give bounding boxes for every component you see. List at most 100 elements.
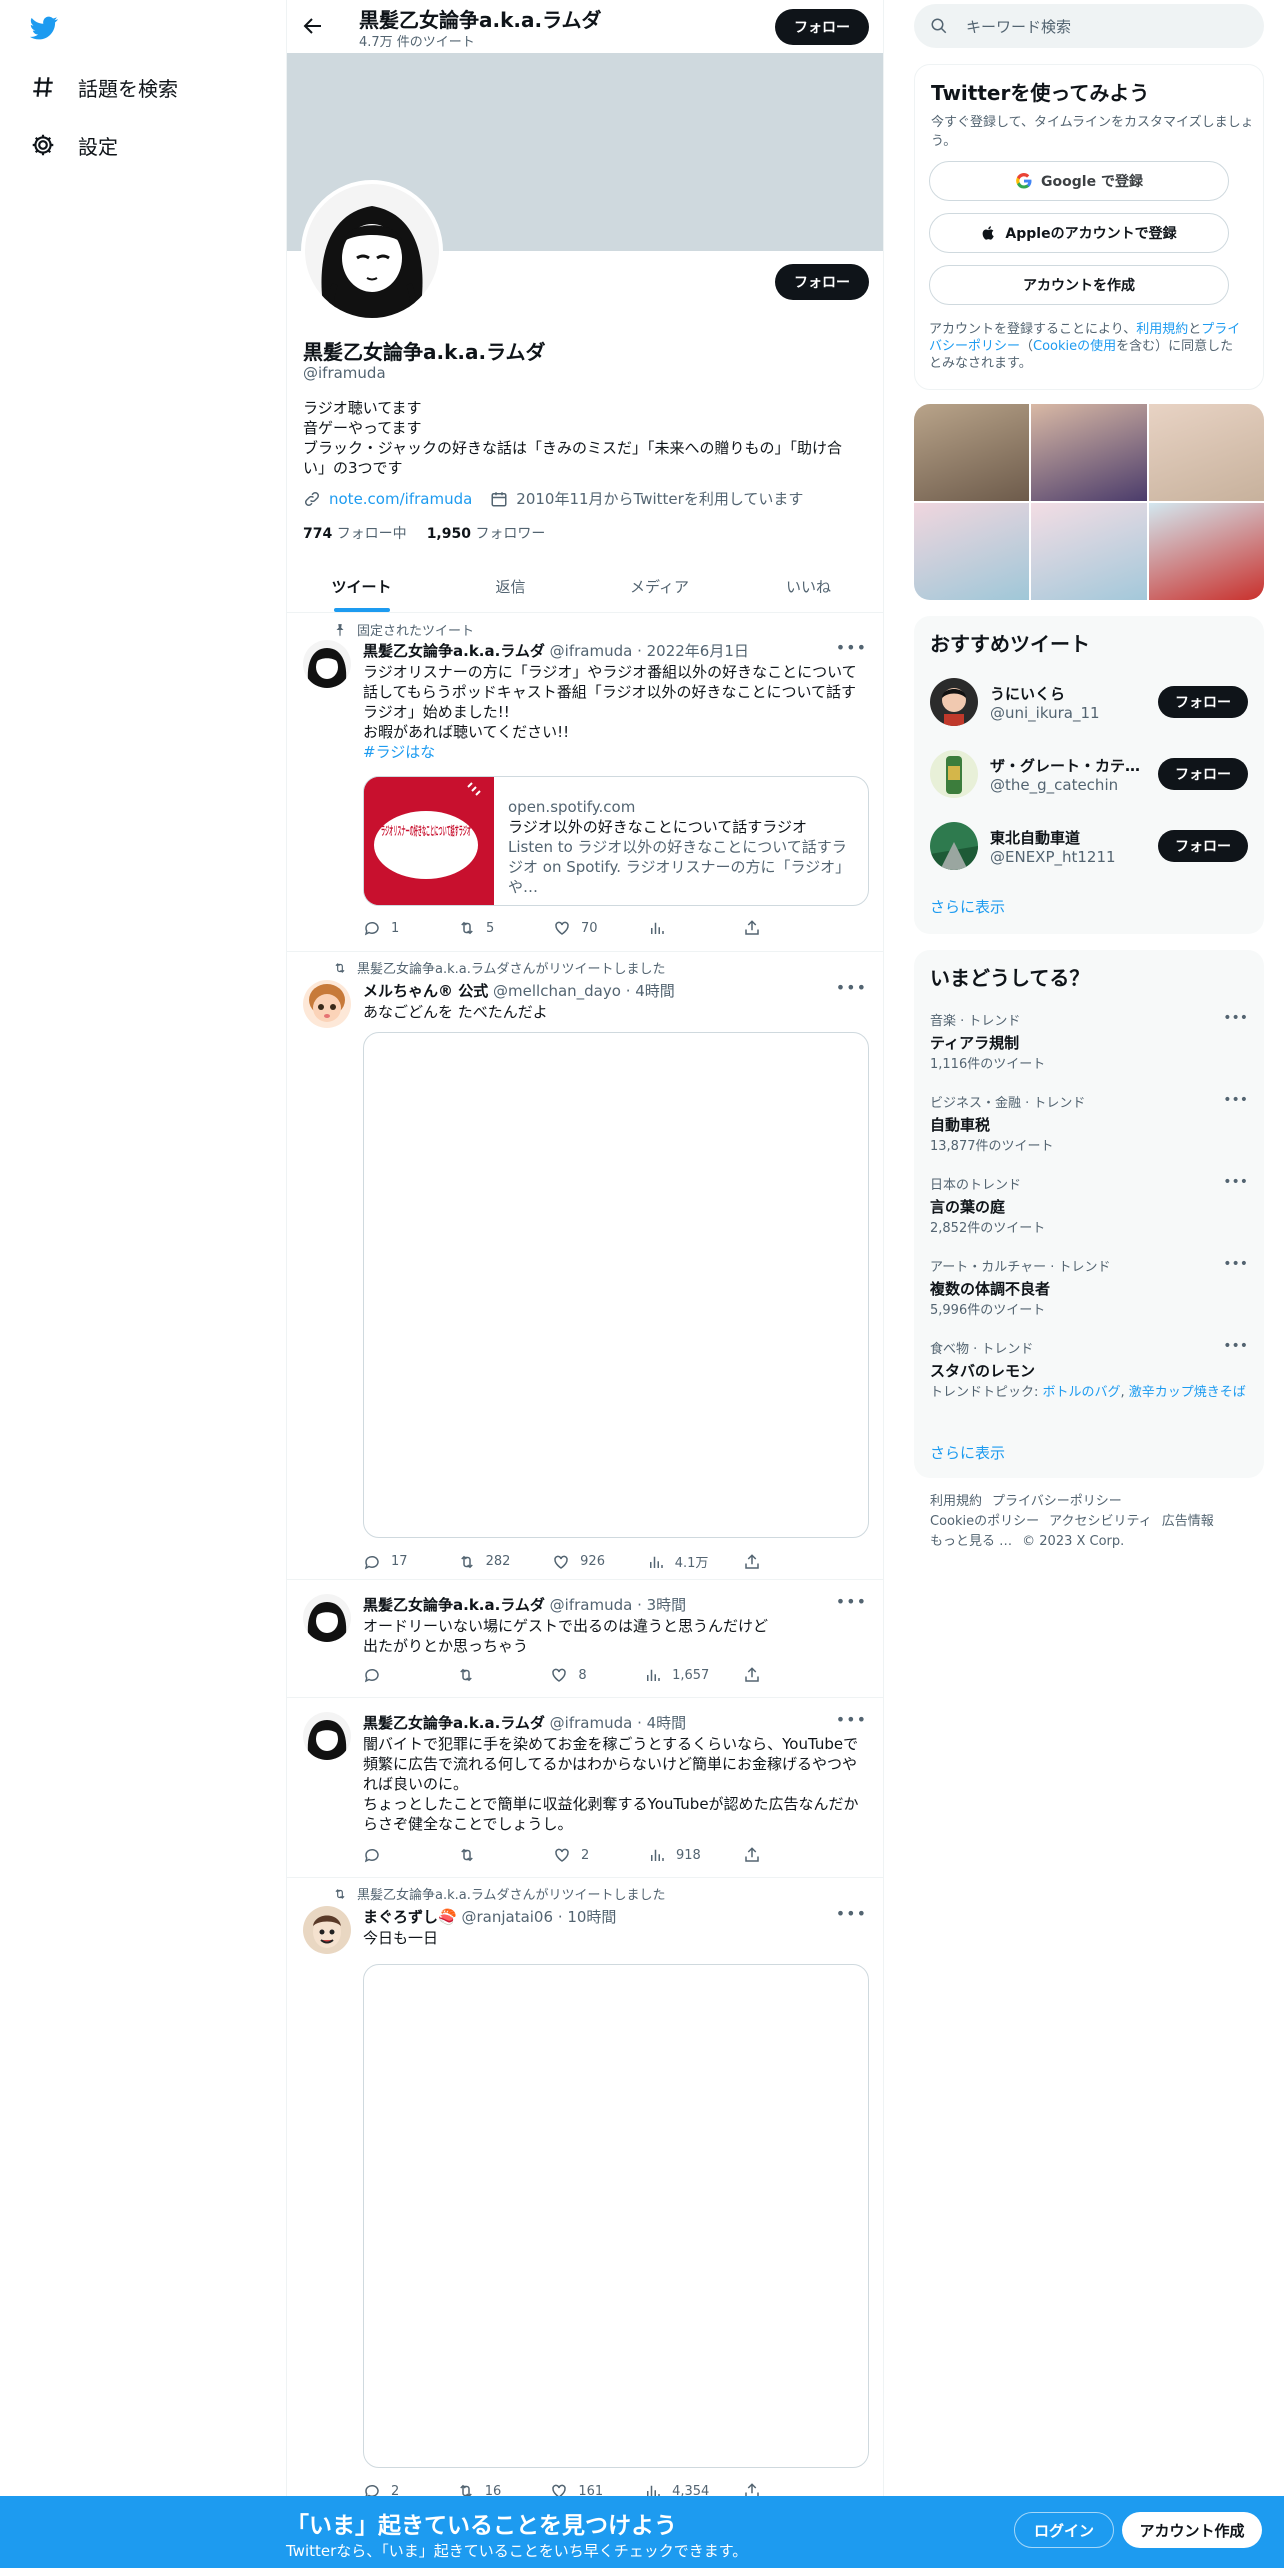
footer-terms-link[interactable]: 利用規約 xyxy=(930,1494,982,1509)
trend-item[interactable]: ビジネス・金融 · トレンド 自動車税 13,877件のツイート ••• xyxy=(930,1092,1248,1155)
tweet-item[interactable]: 黒髪乙女論争a.k.a.ラムダ @iframuda · 3時間 ••• オードリ… xyxy=(287,1580,883,1698)
footer-cookie-link[interactable]: Cookieのポリシー xyxy=(930,1514,1039,1529)
footer-privacy-link[interactable]: プライバシーポリシー xyxy=(992,1494,1122,1509)
media-thumbnail[interactable] xyxy=(914,503,1030,600)
google-signup-button[interactable]: Google で登録 xyxy=(929,161,1229,201)
media-thumbnail[interactable] xyxy=(914,404,1030,501)
tweet-avatar[interactable] xyxy=(303,980,351,1028)
views-button[interactable]: 1,657 xyxy=(644,1666,709,1684)
tweet-item[interactable]: 黒髪乙女論争a.k.a.ラムダさんがリツイートしました まぐろずし🍣 @ranj… xyxy=(287,1878,883,2508)
tweet-author-handle[interactable]: @iframuda xyxy=(550,642,633,660)
trend-item[interactable]: 音楽 · トレンド ティアラ規制 1,116件のツイート ••• xyxy=(930,1010,1248,1073)
share-button[interactable] xyxy=(743,919,803,937)
media-thumbnail[interactable] xyxy=(1148,404,1264,501)
views-button[interactable] xyxy=(648,919,708,937)
cookie-link[interactable]: Cookieの使用 xyxy=(1033,339,1116,354)
trend-item[interactable]: 日本のトレンド 言の葉の庭 2,852件のツイート ••• xyxy=(930,1174,1248,1237)
retweet-button[interactable] xyxy=(457,1666,517,1684)
profile-website-link[interactable]: note.com/iframuda xyxy=(329,490,472,508)
show-more-link[interactable]: さらに表示 xyxy=(930,1442,1005,1463)
apple-signup-button[interactable]: Appleのアカウントで登録 xyxy=(929,213,1229,253)
retweet-button[interactable] xyxy=(458,1846,518,1864)
tweet-timestamp[interactable]: · 4時間 xyxy=(626,982,675,1000)
tweet-author-handle[interactable]: @iframuda xyxy=(550,1714,633,1732)
followers-link[interactable]: 1,950 フォロワー xyxy=(427,523,546,543)
header-follow-button[interactable]: フォロー xyxy=(775,9,869,45)
tweet-media[interactable] xyxy=(363,1032,869,1538)
more-options-icon[interactable]: ••• xyxy=(836,1710,867,1729)
tab-replies[interactable]: 返信 xyxy=(436,560,585,612)
views-button[interactable]: 4.1万 xyxy=(647,1552,708,1571)
more-options-icon[interactable]: ••• xyxy=(836,638,867,657)
recommended-user[interactable]: ザ・グレート・カテ… @the_g_catechin フォロー xyxy=(930,746,1248,802)
like-button[interactable]: 8 xyxy=(550,1666,610,1684)
reply-button[interactable]: 1 xyxy=(363,919,423,937)
tweet-avatar[interactable] xyxy=(303,1906,351,1954)
retweet-button[interactable]: 5 xyxy=(458,919,518,937)
tweet-author-name[interactable]: 黒髪乙女論争a.k.a.ラムダ xyxy=(363,1596,545,1614)
tweet-timestamp[interactable]: · 10時間 xyxy=(558,1908,617,1926)
footer-more-link[interactable]: もっと見る … xyxy=(930,1534,1012,1549)
media-thumbnail[interactable] xyxy=(1148,503,1264,600)
trend-item[interactable]: 食べ物 · トレンド スタバのレモン トレンドトピック: ボトルのバグ, 激辛カ… xyxy=(930,1338,1248,1401)
user-name[interactable]: ザ・グレート・カテ… xyxy=(990,755,1148,776)
tab-likes[interactable]: いいね xyxy=(734,560,883,612)
nav-settings[interactable]: 設定 xyxy=(30,125,118,165)
retweet-button[interactable]: 282 xyxy=(458,1552,518,1571)
terms-link[interactable]: 利用規約 xyxy=(1136,322,1188,337)
search-input[interactable]: キーワード検索 xyxy=(966,16,1071,37)
more-options-icon[interactable]: ••• xyxy=(1223,1256,1248,1272)
footer-accessibility-link[interactable]: アクセシビリティ xyxy=(1049,1514,1152,1529)
signup-button[interactable]: アカウント作成 xyxy=(1122,2512,1262,2548)
user-name[interactable]: 東北自動車道 xyxy=(990,827,1148,848)
tweet-timestamp[interactable]: · 3時間 xyxy=(637,1596,686,1614)
tweet-avatar[interactable] xyxy=(303,1712,351,1760)
more-options-icon[interactable]: ••• xyxy=(1223,1092,1248,1108)
more-options-icon[interactable]: ••• xyxy=(1223,1174,1248,1190)
user-avatar[interactable] xyxy=(930,750,978,798)
following-link[interactable]: 774 フォロー中 xyxy=(303,523,407,543)
search-box[interactable]: キーワード検索 xyxy=(914,4,1264,48)
create-account-button[interactable]: アカウントを作成 xyxy=(929,265,1229,305)
trend-topic-link[interactable]: 激辛カップ焼きそば xyxy=(1129,1385,1246,1400)
tweet-author-name[interactable]: まぐろずし🍣 xyxy=(363,1908,457,1926)
reply-button[interactable] xyxy=(363,1846,423,1864)
user-name[interactable]: うにいくら xyxy=(990,683,1148,704)
follow-button[interactable]: フォロー xyxy=(1158,758,1248,790)
tab-media[interactable]: メディア xyxy=(585,560,734,612)
tweet-item[interactable]: 黒髪乙女論争a.k.a.ラムダさんがリツイートしました メルちゃん® 公式 @m… xyxy=(287,952,883,1580)
like-button[interactable]: 2 xyxy=(553,1846,613,1864)
share-button[interactable] xyxy=(743,1666,803,1684)
link-card[interactable]: ラジオリスナーの好きなことについて話すラジオ open.spotify.com … xyxy=(363,776,869,906)
tweet-author-name[interactable]: メルちゃん® 公式 xyxy=(363,982,488,1000)
nav-explore[interactable]: 話題を検索 xyxy=(30,67,178,107)
tweet-author-handle[interactable]: @ranjatai06 xyxy=(461,1908,553,1926)
reply-button[interactable]: 17 xyxy=(363,1552,423,1571)
more-options-icon[interactable]: ••• xyxy=(1223,1338,1248,1354)
media-thumbnail[interactable] xyxy=(1031,404,1147,501)
tweet-timestamp[interactable]: · 2022年6月1日 xyxy=(637,642,749,660)
tweet-avatar[interactable] xyxy=(303,640,351,688)
tweet-media[interactable] xyxy=(363,1964,869,2468)
more-options-icon[interactable]: ••• xyxy=(1223,1010,1248,1026)
login-button[interactable]: ログイン xyxy=(1014,2512,1114,2548)
profile-avatar[interactable] xyxy=(301,180,443,322)
reply-button[interactable] xyxy=(363,1666,423,1684)
trend-topic-link[interactable]: ボトルのバグ xyxy=(1043,1385,1121,1400)
more-options-icon[interactable]: ••• xyxy=(836,978,867,997)
back-arrow-icon[interactable] xyxy=(301,14,325,38)
tweet-author-name[interactable]: 黒髪乙女論争a.k.a.ラムダ xyxy=(363,1714,545,1732)
footer-ads-link[interactable]: 広告情報 xyxy=(1162,1514,1214,1529)
hashtag-link[interactable]: #ラジはな xyxy=(363,742,873,762)
media-thumbnail-grid[interactable] xyxy=(914,404,1264,600)
more-options-icon[interactable]: ••• xyxy=(836,1904,867,1923)
show-more-link[interactable]: さらに表示 xyxy=(930,896,1005,917)
share-button[interactable] xyxy=(743,1846,803,1864)
recommended-user[interactable]: うにいくら @uni_ikura_11 フォロー xyxy=(930,674,1248,730)
tweet-author-handle[interactable]: @mellchan_dayo xyxy=(493,982,621,1000)
tweet-item[interactable]: 固定されたツイート 黒髪乙女論争a.k.a.ラムダ @iframuda · 20… xyxy=(287,614,883,952)
follow-button[interactable]: フォロー xyxy=(1158,830,1248,862)
media-thumbnail[interactable] xyxy=(1031,503,1147,600)
like-button[interactable]: 70 xyxy=(553,919,613,937)
user-avatar[interactable] xyxy=(930,678,978,726)
